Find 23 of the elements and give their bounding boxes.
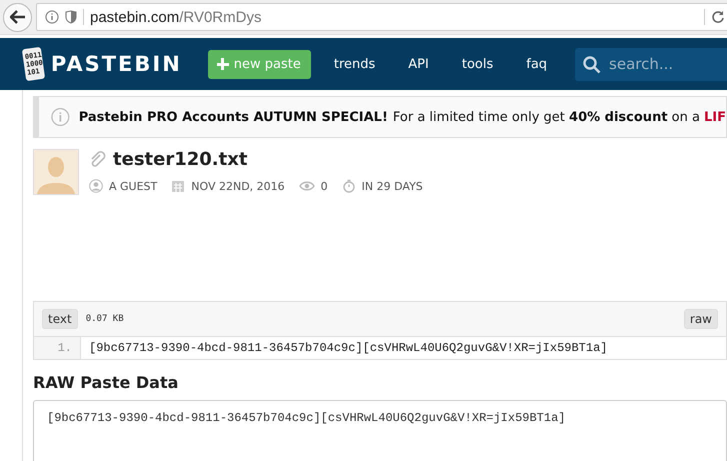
line-number: 1. [34,337,81,359]
paste-title: tester120.txt [113,149,248,170]
nav-link[interactable]: API [408,56,429,72]
nav-link[interactable]: trends [334,56,376,72]
raw-button[interactable]: raw [684,309,718,329]
banner-text: For a limited time only get 40% discount on a [392,110,700,124]
raw-text-area[interactable]: [9bc67713-9390-4bcd-9811-36457b704c9c][csVHRwL40U6Q2guvG&V!XR=jIx59BT1a] [33,400,727,461]
author-text: A GUEST [109,180,158,192]
nav-link[interactable]: faq [526,56,548,72]
nav-link[interactable]: tools [462,56,494,72]
url-text: pastebin.com/RV0RmDys [90,8,262,26]
syntax-button[interactable]: text [42,309,78,329]
banner-title: Pastebin PRO Accounts AUTUMN SPECIAL! [78,110,388,124]
address-bar[interactable]: pastebin.com/RV0RmDys [36,3,727,31]
expiry-text: IN 29 DAYS [362,180,423,192]
code-line: [9bc67713-9390-4bcd-9811-36457b704c9c][csVHRwL40U6Q2guvG&V!XR=jIx59BT1a] [89,341,608,355]
search-field[interactable]: search... [575,48,727,80]
section-heading: RAW Paste Data [33,373,180,392]
banner-link[interactable]: LIF [704,110,726,124]
views-count: 0 [320,180,328,192]
brand-name[interactable]: PASTEBIN [50,52,182,76]
size-text: 0.07 KB [86,314,124,324]
date-text: NOV 22ND, 2016 [191,180,285,192]
